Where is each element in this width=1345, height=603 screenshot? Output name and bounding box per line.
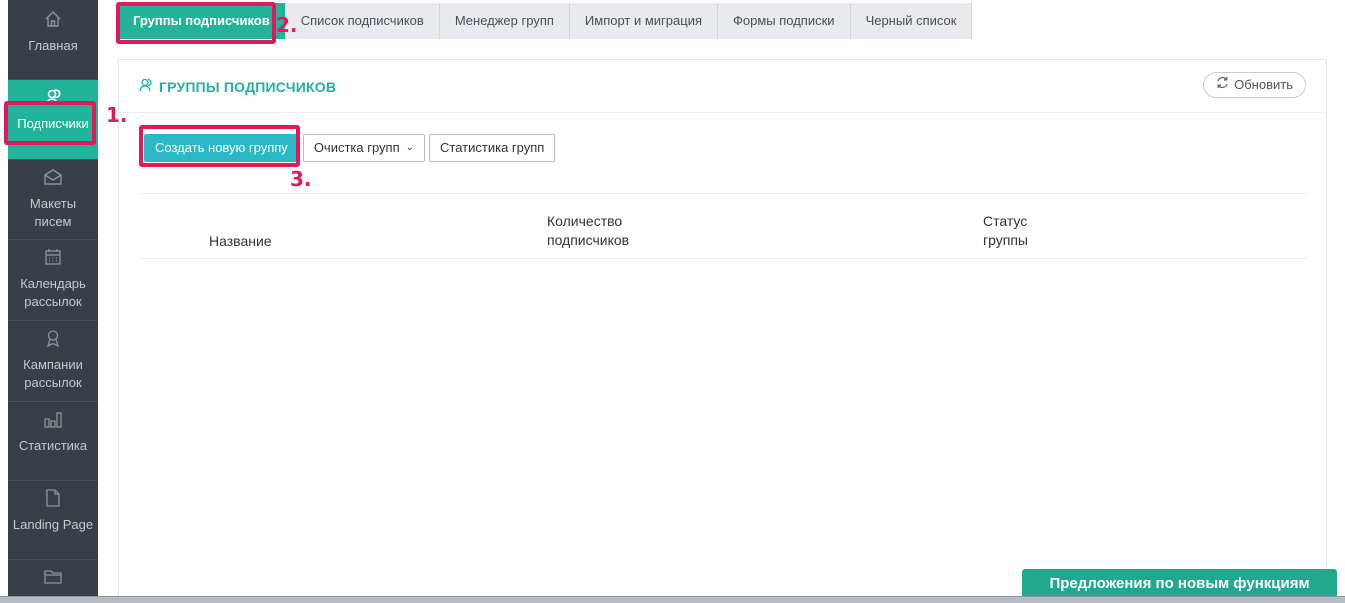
sidebar-item-templates[interactable]: Макеты писем <box>8 160 98 240</box>
annotation-box-create-button <box>139 125 300 167</box>
refresh-button[interactable]: Обновить <box>1203 72 1306 98</box>
groups-table-header: Название Количество подписчиков Статус г… <box>139 193 1307 259</box>
tab-group-manager[interactable]: Менеджер групп <box>439 3 570 39</box>
tab-blacklist[interactable]: Черный список <box>850 3 973 39</box>
column-header-status-line1: Статус <box>983 213 1028 229</box>
sidebar-item-label: Календарь рассылок <box>20 276 86 309</box>
sidebar-item-label: Landing Page <box>12 517 94 532</box>
tab-import-migration[interactable]: Импорт и миграция <box>569 3 718 39</box>
refresh-label: Обновить <box>1234 77 1293 92</box>
column-header-count[interactable]: Количество подписчиков <box>547 212 629 250</box>
column-header-status[interactable]: Статус группы <box>983 212 1028 250</box>
tab-subscriber-list[interactable]: Список подписчиков <box>285 3 440 39</box>
column-header-count-line1: Количество <box>547 213 623 229</box>
tab-subscription-forms[interactable]: Формы подписки <box>718 3 851 39</box>
group-stats-button[interactable]: Статистика групп <box>429 134 556 162</box>
clean-groups-dropdown[interactable]: Очистка групп ⌄ <box>302 134 426 162</box>
feature-suggestions-button[interactable]: Предложения по новым функциям <box>1022 569 1337 598</box>
file-icon <box>45 489 61 512</box>
envelope-icon <box>43 168 63 191</box>
column-header-count-line2: подписчиков <box>547 232 630 248</box>
sidebar: Главная Подписчики Макеты писем Календар… <box>8 0 98 603</box>
annotation-number-2: 2. <box>276 13 298 37</box>
sidebar-item-landing[interactable]: Landing Page <box>8 481 98 560</box>
page-title: ГРУППЫ ПОДПИСЧИКОВ <box>139 78 336 95</box>
annotation-number-1: 1. <box>106 103 128 127</box>
column-header-status-line2: группы <box>983 232 1028 248</box>
sidebar-item-label: Статистика <box>18 438 88 453</box>
refresh-icon <box>1216 73 1229 97</box>
calendar-icon <box>44 248 62 271</box>
sidebar-item-home[interactable]: Главная <box>8 0 98 80</box>
sidebar-item-campaigns[interactable]: Кампании рассылок <box>8 321 98 402</box>
sidebar-item-label: Главная <box>28 38 78 53</box>
annotation-box-subscribers <box>4 101 96 145</box>
sidebar-item-statistics[interactable]: Статистика <box>8 402 98 481</box>
column-header-name[interactable]: Название <box>209 232 272 251</box>
sidebar-item-label: Кампании рассылок <box>23 357 83 390</box>
app-root: Главная Подписчики Макеты писем Календар… <box>0 0 1345 603</box>
folder-icon <box>44 568 62 589</box>
clean-groups-label: Очистка групп <box>313 140 400 155</box>
chevron-down-icon: ⌄ <box>405 142 415 153</box>
os-taskbar <box>0 596 1345 603</box>
page-title-text: ГРУППЫ ПОДПИСЧИКОВ <box>159 78 337 95</box>
panel-header: ГРУППЫ ПОДПИСЧИКОВ Обновить <box>119 60 1326 113</box>
award-icon <box>44 329 62 352</box>
annotation-box-groups-tab <box>116 2 276 44</box>
home-icon <box>44 10 62 33</box>
sidebar-item-calendar[interactable]: Календарь рассылок <box>8 240 98 321</box>
users-icon <box>139 78 153 95</box>
annotation-number-3: 3. <box>290 167 312 191</box>
sidebar-item-label: Макеты писем <box>29 196 77 229</box>
bar-chart-icon <box>43 410 63 433</box>
